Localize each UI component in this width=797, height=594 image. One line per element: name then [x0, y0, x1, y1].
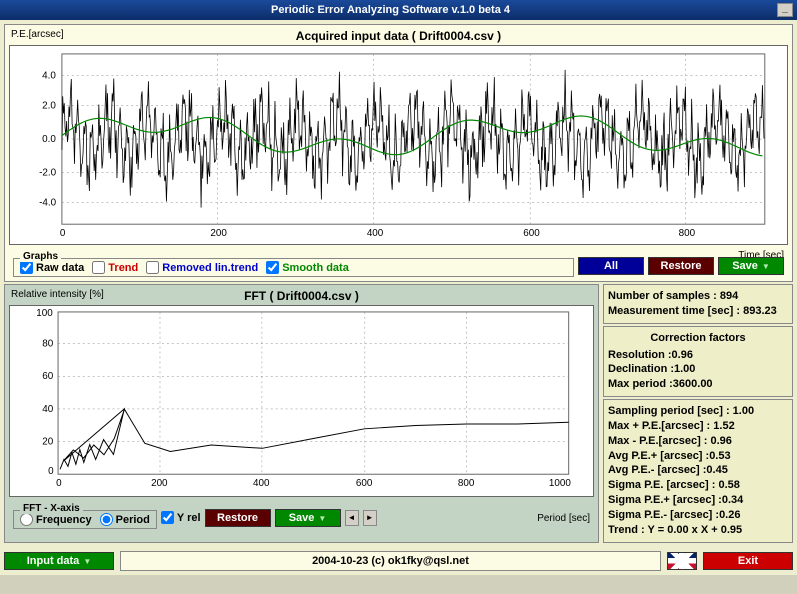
meas-time: Measurement time [sec] : 893.23: [608, 304, 788, 319]
fft-ylabel: Relative intensity [%]: [11, 289, 104, 300]
fft-xlabel: Period [sec]: [537, 513, 590, 524]
top-chart: 4.0 2.0 0.0 -2.0 -4.0 0 200 400 600 800: [9, 45, 788, 245]
avg-pe-plus: Avg P.E.+ [arcsec] :0.53: [608, 449, 788, 464]
removed-label: Removed lin.trend: [162, 262, 258, 274]
input-data-button[interactable]: Input data▼: [4, 552, 114, 570]
title-bar: Periodic Error Analyzing Software v.1.0 …: [0, 0, 797, 20]
smooth-label: Smooth data: [282, 262, 349, 274]
svg-text:80: 80: [42, 339, 53, 350]
svg-text:60: 60: [42, 371, 53, 382]
yrel-label: Y rel: [177, 512, 201, 524]
smooth-data-checkbox[interactable]: Smooth data: [266, 261, 349, 274]
svg-text:0: 0: [48, 466, 54, 477]
svg-text:400: 400: [367, 228, 384, 239]
save-fft-label: Save: [289, 512, 315, 524]
minimize-button[interactable]: _: [777, 3, 793, 17]
declination-label: Declination :1.00: [608, 362, 788, 377]
fft-panel: Relative intensity [%] FFT ( Drift0004.c…: [4, 284, 599, 543]
sigma-pe-plus: Sigma P.E.+ [arcsec] :0.34: [608, 493, 788, 508]
top-ylabel: P.E.[arcsec]: [11, 29, 64, 40]
uk-flag-icon[interactable]: [667, 552, 697, 570]
svg-text:20: 20: [42, 437, 53, 448]
window-title: Periodic Error Analyzing Software v.1.0 …: [4, 4, 777, 16]
exit-button[interactable]: Exit: [703, 552, 793, 570]
graphs-title: Graphs: [20, 251, 61, 262]
trend-label: Trend: [108, 262, 138, 274]
removed-trend-checkbox[interactable]: Removed lin.trend: [146, 261, 258, 274]
raw-label: Raw data: [36, 262, 84, 274]
info-stats: Sampling period [sec] : 1.00 Max + P.E.[…: [603, 399, 793, 543]
all-button[interactable]: All: [578, 257, 644, 275]
trend-checkbox[interactable]: Trend: [92, 261, 138, 274]
input-data-label: Input data: [27, 555, 80, 567]
maxperiod-label: Max period :3600.00: [608, 377, 788, 392]
svg-text:600: 600: [523, 228, 540, 239]
svg-text:100: 100: [36, 308, 53, 319]
svg-text:0.0: 0.0: [42, 134, 56, 145]
dropdown-arrow-icon: ▼: [318, 514, 326, 523]
sigma-pe: Sigma P.E. [arcsec] : 0.58: [608, 478, 788, 493]
frequency-radio[interactable]: Frequency: [20, 513, 92, 526]
max-minus-pe: Max - P.E.[arcsec] : 0.96: [608, 434, 788, 449]
fft-chart: 1008060 40200 0200400 6008001000: [9, 305, 594, 497]
info-samples: Number of samples : 894 Measurement time…: [603, 284, 793, 324]
svg-text:800: 800: [679, 228, 696, 239]
info-correction: Correction factors Resolution :0.96 Decl…: [603, 326, 793, 397]
graphs-group: Graphs Raw data Trend Removed lin.trend …: [13, 258, 574, 277]
scroll-left-button[interactable]: ◄: [345, 510, 359, 526]
svg-text:1000: 1000: [549, 478, 571, 489]
svg-text:800: 800: [458, 478, 475, 489]
status-bar: 2004-10-23 (c) ok1fky@qsl.net: [120, 551, 661, 571]
svg-text:0: 0: [56, 478, 62, 489]
svg-text:200: 200: [151, 478, 168, 489]
top-chart-panel: P.E.[arcsec] Acquired input data ( Drift…: [4, 24, 793, 282]
yrel-checkbox[interactable]: Y rel: [161, 511, 201, 524]
num-samples: Number of samples : 894: [608, 289, 788, 304]
max-plus-pe: Max + P.E.[arcsec] : 1.52: [608, 419, 788, 434]
dropdown-arrow-icon: ▼: [762, 262, 770, 271]
svg-text:400: 400: [253, 478, 270, 489]
save-top-label: Save: [732, 260, 758, 272]
restore-top-button[interactable]: Restore: [648, 257, 714, 275]
side-info-panel: Number of samples : 894 Measurement time…: [603, 284, 793, 543]
correction-title: Correction factors: [608, 331, 788, 346]
svg-text:600: 600: [356, 478, 373, 489]
svg-text:2.0: 2.0: [42, 100, 56, 111]
period-radio[interactable]: Period: [100, 513, 150, 526]
svg-text:4.0: 4.0: [42, 71, 56, 82]
period-label-radio: Period: [116, 514, 150, 526]
freq-label: Frequency: [36, 514, 92, 526]
save-fft-button[interactable]: Save▼: [275, 509, 341, 527]
fft-xaxis-group: FFT - X-axis Frequency Period: [13, 510, 157, 529]
resolution-label: Resolution :0.96: [608, 348, 788, 363]
restore-fft-button[interactable]: Restore: [205, 509, 271, 527]
svg-text:-4.0: -4.0: [39, 197, 57, 208]
svg-text:40: 40: [42, 404, 53, 415]
sigma-pe-minus: Sigma P.E.- [arcsec] :0.26: [608, 508, 788, 523]
svg-text:0: 0: [60, 228, 66, 239]
save-top-button[interactable]: Save ▼: [718, 257, 784, 275]
svg-text:-2.0: -2.0: [39, 168, 57, 179]
sampling-period: Sampling period [sec] : 1.00: [608, 404, 788, 419]
top-chart-title: Acquired input data ( Drift0004.csv ): [9, 29, 788, 43]
svg-text:200: 200: [210, 228, 227, 239]
fft-xaxis-title: FFT - X-axis: [20, 503, 83, 514]
dropdown-arrow-icon: ▼: [83, 557, 91, 566]
trend-line: Trend : Y = 0.00 x X + 0.95: [608, 523, 788, 538]
avg-pe-minus: Avg P.E.- [arcsec] :0.45: [608, 463, 788, 478]
scroll-right-button[interactable]: ►: [363, 510, 377, 526]
raw-data-checkbox[interactable]: Raw data: [20, 261, 84, 274]
